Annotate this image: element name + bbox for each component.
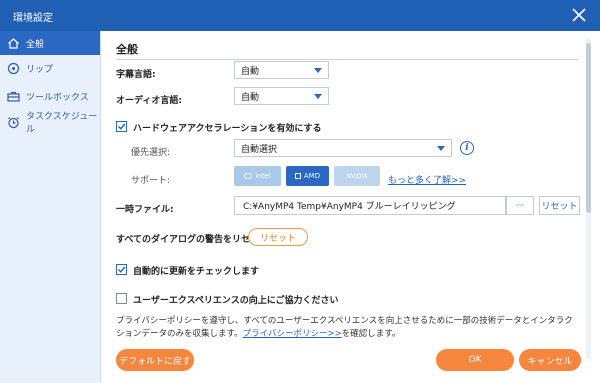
subtitle-language-value: 自動	[241, 66, 260, 77]
section-title: 全般	[116, 43, 138, 56]
chevron-down-icon	[437, 146, 445, 151]
sidebar-item-label: リップ	[26, 64, 54, 75]
restore-defaults-label: デフォルトに戻す	[118, 356, 191, 367]
alarm-clock-icon	[7, 116, 20, 129]
window-title: 環境設定	[13, 13, 53, 24]
sidebar-item-label: タスクスケジュール	[26, 112, 98, 135]
ux-improve-checkbox[interactable]	[116, 293, 127, 304]
auto-update-label: 自動的に更新をチェックします	[133, 267, 260, 277]
ok-label: OK	[468, 355, 482, 365]
ok-button[interactable]: OK	[436, 349, 514, 371]
sidebar: 全般 リップ ツールボックス タスクスケジュール	[0, 31, 101, 383]
support-label: サポート:	[131, 176, 171, 186]
checkmark-icon	[117, 123, 126, 130]
ux-improve-label: ユーザーエクスペリエンスの向上にご協力ください	[133, 296, 339, 306]
sidebar-item-toolbox[interactable]: ツールボックス	[0, 84, 100, 108]
nvidia-label: NVIDIA	[346, 172, 368, 180]
sidebar-item-general[interactable]: 全般	[0, 31, 100, 55]
priority-label: 優先選択:	[131, 148, 171, 158]
dialog-reset-button-label: リセット	[259, 233, 296, 244]
restore-defaults-button[interactable]: デフォルトに戻す	[116, 349, 194, 371]
nvidia-badge: NVIDIA	[334, 166, 380, 186]
settings-panel: 全般 字幕言語: 自動 オーディオ言語: 自動 ハードウェアアクセラレーションを…	[101, 31, 600, 383]
chevron-down-icon	[314, 94, 322, 99]
audio-language-select[interactable]: 自動	[234, 87, 329, 105]
cancel-label: キャンセル	[527, 356, 573, 367]
privacy-policy-link[interactable]: プライバシーポリシー>>	[243, 329, 342, 339]
close-icon[interactable]	[570, 6, 588, 24]
toolbox-icon	[7, 90, 20, 103]
hardware-accel-label: ハードウェアアクセラレーションを有効にする	[133, 124, 322, 134]
temp-file-path: C:¥AnyMP4 Temp¥AnyMP4 ブルーレイリッピング	[243, 202, 456, 212]
temp-reset-label: リセット	[541, 202, 578, 212]
intel-label: intel	[255, 172, 271, 180]
audio-language-value: 自動	[241, 92, 260, 103]
audio-language-label: オーディオ言語:	[116, 96, 182, 106]
temp-file-path-field[interactable]: C:¥AnyMP4 Temp¥AnyMP4 ブルーレイリッピング	[234, 196, 506, 215]
chevron-down-icon	[314, 68, 322, 73]
temp-reset-button[interactable]: リセット	[539, 196, 580, 215]
title-bar: 環境設定	[0, 0, 600, 31]
info-icon[interactable]: i	[460, 141, 474, 155]
scrollbar-thumb[interactable]	[586, 43, 591, 213]
priority-value: 自動選択	[241, 144, 278, 155]
amd-badge: AMD	[286, 166, 329, 186]
sidebar-item-task-schedule[interactable]: タスクスケジュール	[0, 110, 100, 135]
sidebar-item-label: ツールボックス	[26, 92, 89, 103]
privacy-text-after: を確認します。	[341, 329, 401, 339]
auto-update-checkbox[interactable]	[116, 264, 127, 275]
dialog-reset-button[interactable]: リセット	[248, 228, 308, 246]
disc-icon	[7, 62, 20, 75]
home-icon	[7, 37, 20, 50]
section-divider	[116, 59, 578, 60]
learn-more-link[interactable]: もっと多く了解>>	[388, 173, 466, 186]
hardware-accel-checkbox[interactable]	[116, 121, 127, 132]
more-dots-icon: ···	[515, 200, 525, 211]
chip-icon	[244, 173, 253, 179]
chip-icon	[294, 173, 301, 179]
intel-badge: intel	[234, 166, 281, 186]
amd-label: AMD	[303, 172, 321, 180]
priority-select[interactable]: 自動選択	[234, 139, 452, 157]
temp-file-label: 一時ファイル:	[116, 205, 174, 215]
privacy-notice: プライバシーポリシーを遵守し、すべてのユーザーエクスペリエンスを向上させるために…	[116, 315, 581, 341]
browse-button[interactable]: ···	[506, 196, 534, 215]
subtitle-language-select[interactable]: 自動	[234, 61, 329, 79]
checkmark-icon	[117, 266, 126, 273]
sidebar-item-rip[interactable]: リップ	[0, 56, 100, 80]
sidebar-item-label: 全般	[26, 39, 45, 50]
cancel-button[interactable]: キャンセル	[519, 349, 581, 371]
subtitle-language-label: 字幕言語:	[116, 70, 156, 80]
